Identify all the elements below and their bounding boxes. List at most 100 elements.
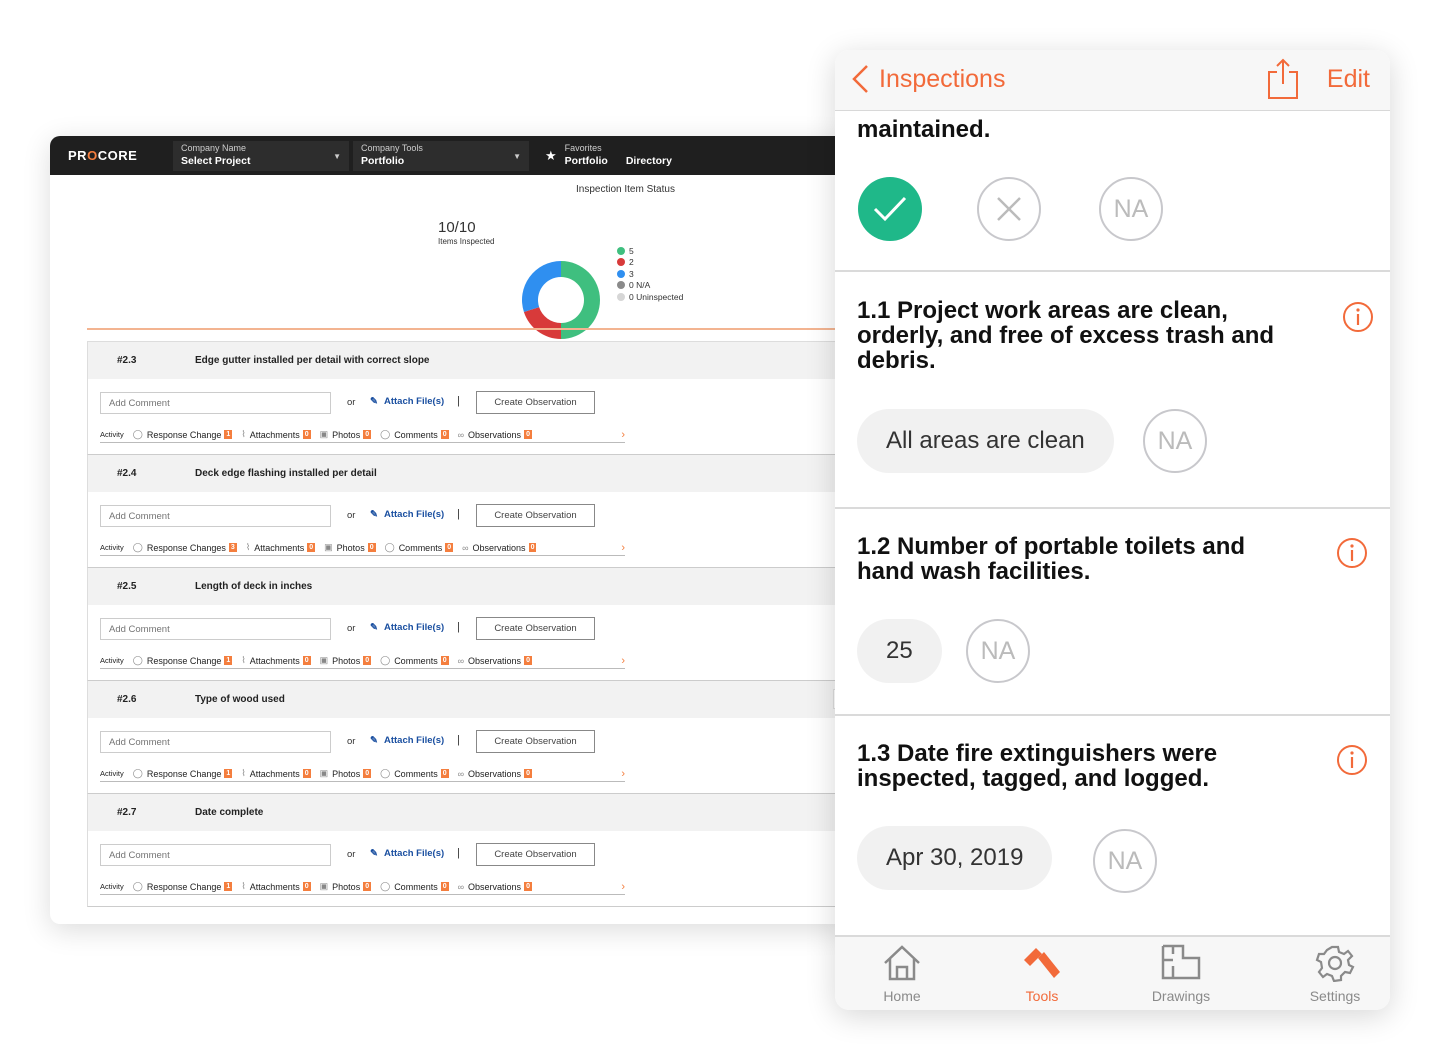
response-change-tab[interactable]: ◯ Response Change 1 <box>133 429 233 440</box>
create-observation-button[interactable]: Create Observation <box>476 730 595 753</box>
answer-pill[interactable]: All areas are clean <box>857 409 1114 473</box>
tools-selector-value: Portfolio <box>361 155 405 167</box>
observations-tab[interactable]: ∞ Observations 0 <box>462 542 537 553</box>
share-icon[interactable] <box>1267 58 1299 100</box>
add-comment-input[interactable] <box>100 618 331 640</box>
item-title: Date complete <box>195 807 264 818</box>
attachments-tab[interactable]: ⌇ Attachments 0 <box>241 768 311 779</box>
tab-home[interactable]: Home <box>852 944 952 1004</box>
attach-files-link[interactable]: ✎ Attach File(s) <box>370 622 444 633</box>
favorite-link-directory[interactable]: Directory <box>626 154 672 168</box>
create-observation-button[interactable]: Create Observation <box>476 504 595 527</box>
chevron-right-icon[interactable]: › <box>621 542 625 554</box>
na-label: NA <box>980 636 1016 665</box>
photos-count-badge: 0 <box>363 430 372 439</box>
add-comment-input[interactable] <box>100 844 331 866</box>
attachments-label: Attachments <box>249 881 300 892</box>
response-change-tab[interactable]: ◯ Response Changes 3 <box>133 542 237 553</box>
attachments-tab[interactable]: ⌇ Attachments 0 <box>241 429 311 440</box>
previous-question-text: maintained. <box>857 116 991 143</box>
paperclip-icon: ⌇ <box>241 655 246 665</box>
back-button[interactable]: Inspections <box>851 64 1005 94</box>
answer-pill[interactable]: Apr 30, 2019 <box>857 826 1053 890</box>
na-button[interactable]: NA <box>1099 177 1163 241</box>
response-count-badge: 3 <box>228 543 237 552</box>
photos-tab[interactable]: ▣ Photos 0 <box>320 768 372 779</box>
create-observation-button[interactable]: Create Observation <box>476 391 595 414</box>
na-label: NA <box>1107 846 1143 875</box>
response-change-tab[interactable]: ◯ Response Change 1 <box>133 655 233 666</box>
create-observation-button[interactable]: Create Observation <box>476 617 595 640</box>
chevron-right-icon[interactable]: › <box>621 768 625 780</box>
tab-label: Home <box>883 988 921 1004</box>
response-change-tab[interactable]: ◯ Response Change 1 <box>133 768 233 779</box>
create-observation-button[interactable]: Create Observation <box>476 843 595 866</box>
comments-tab[interactable]: ◯ Comments 0 <box>380 881 449 892</box>
photos-tab[interactable]: ▣ Photos 0 <box>320 881 372 892</box>
inspection-item-body: or ✎Attach File(s) | Create Observation … <box>88 718 847 793</box>
response-count-badge: 1 <box>224 430 233 439</box>
paperclip-icon: ⌇ <box>245 542 251 552</box>
top-navigation-bar: PROCORE Company Name Select Project ▼ Co… <box>50 136 850 175</box>
attachments-tab[interactable]: ⌇ Attachments 0 <box>241 881 311 892</box>
paperclip-icon: ⌇ <box>241 881 246 891</box>
info-icon[interactable] <box>1342 301 1374 333</box>
comments-label: Comments <box>394 881 438 892</box>
attach-files-link[interactable]: ✎ Attach File(s) <box>370 396 444 407</box>
observations-tab[interactable]: ∞ Observations 0 <box>458 882 532 892</box>
procore-logo[interactable]: PROCORE <box>68 148 173 163</box>
inspected-label: Items Inspected <box>438 237 495 246</box>
separator: | <box>457 395 460 407</box>
attachments-tab[interactable]: ⌇ Attachments 0 <box>241 655 311 666</box>
photos-tab[interactable]: ▣ Photos 0 <box>320 655 372 666</box>
camera-icon: ▣ <box>324 542 333 552</box>
add-comment-input[interactable] <box>100 505 331 527</box>
fail-button[interactable] <box>977 177 1041 241</box>
attachments-tab[interactable]: ⌇ Attachments 0 <box>245 542 316 553</box>
info-icon[interactable] <box>1336 744 1368 776</box>
chart-title: Inspection Item Status <box>576 184 675 195</box>
response-change-tab[interactable]: ◯ Response Change 1 <box>133 881 233 892</box>
add-comment-input[interactable] <box>100 392 331 414</box>
attach-files-label: Attach File(s) <box>383 396 445 407</box>
tab-label: Drawings <box>1151 988 1211 1004</box>
observations-tab[interactable]: ∞ Observations 0 <box>458 769 532 779</box>
response-count-badge: 1 <box>224 882 233 891</box>
pass-button[interactable] <box>858 177 922 241</box>
add-comment-input[interactable] <box>100 731 331 753</box>
answer-pill[interactable]: 25 <box>857 619 942 683</box>
edit-button[interactable]: Edit <box>1327 65 1370 94</box>
attach-files-link[interactable]: ✎ Attach File(s) <box>370 735 444 746</box>
tools-selector[interactable]: Company Tools Portfolio ▼ <box>353 140 529 171</box>
star-icon[interactable]: ★ <box>545 148 557 164</box>
binoculars-icon: ∞ <box>457 881 465 892</box>
favorite-link-portfolio[interactable]: Portfolio <box>565 154 608 168</box>
attach-files-link[interactable]: ✎ Attach File(s) <box>370 509 444 520</box>
comments-tab[interactable]: ◯ Comments 0 <box>380 655 449 666</box>
tab-settings[interactable]: Settings <box>1285 944 1385 1004</box>
photos-tab[interactable]: ▣ Photos 0 <box>320 429 372 440</box>
separator: | <box>457 734 460 746</box>
observations-tab[interactable]: ∞ Observations 0 <box>458 656 532 666</box>
chevron-right-icon[interactable]: › <box>621 429 625 441</box>
binoculars-icon: ∞ <box>462 542 469 553</box>
tab-tools[interactable]: Tools <box>992 944 1092 1004</box>
chevron-right-icon[interactable]: › <box>621 881 625 893</box>
photos-tab[interactable]: ▣ Photos 0 <box>324 542 376 553</box>
response-change-label: Response Change <box>146 881 222 892</box>
project-selector[interactable]: Company Name Select Project ▼ <box>173 140 349 171</box>
na-button[interactable]: NA <box>966 619 1030 683</box>
photos-label: Photos <box>332 429 361 440</box>
info-icon[interactable] <box>1336 537 1368 569</box>
chevron-right-icon[interactable]: › <box>621 655 625 667</box>
observations-tab[interactable]: ∞ Observations 0 <box>458 430 532 440</box>
na-button[interactable]: NA <box>1093 829 1157 893</box>
inspection-item: #2.3 Edge gutter installed per detail wi… <box>87 342 847 455</box>
tab-drawings[interactable]: Drawings <box>1131 944 1231 1004</box>
na-button[interactable]: NA <box>1143 409 1207 473</box>
comments-tab[interactable]: ◯ Comments 0 <box>385 542 454 553</box>
comments-tab[interactable]: ◯ Comments 0 <box>380 768 449 779</box>
attach-files-link[interactable]: ✎ Attach File(s) <box>370 848 444 859</box>
photos-label: Photos <box>332 768 361 779</box>
comments-tab[interactable]: ◯ Comments 0 <box>380 429 449 440</box>
